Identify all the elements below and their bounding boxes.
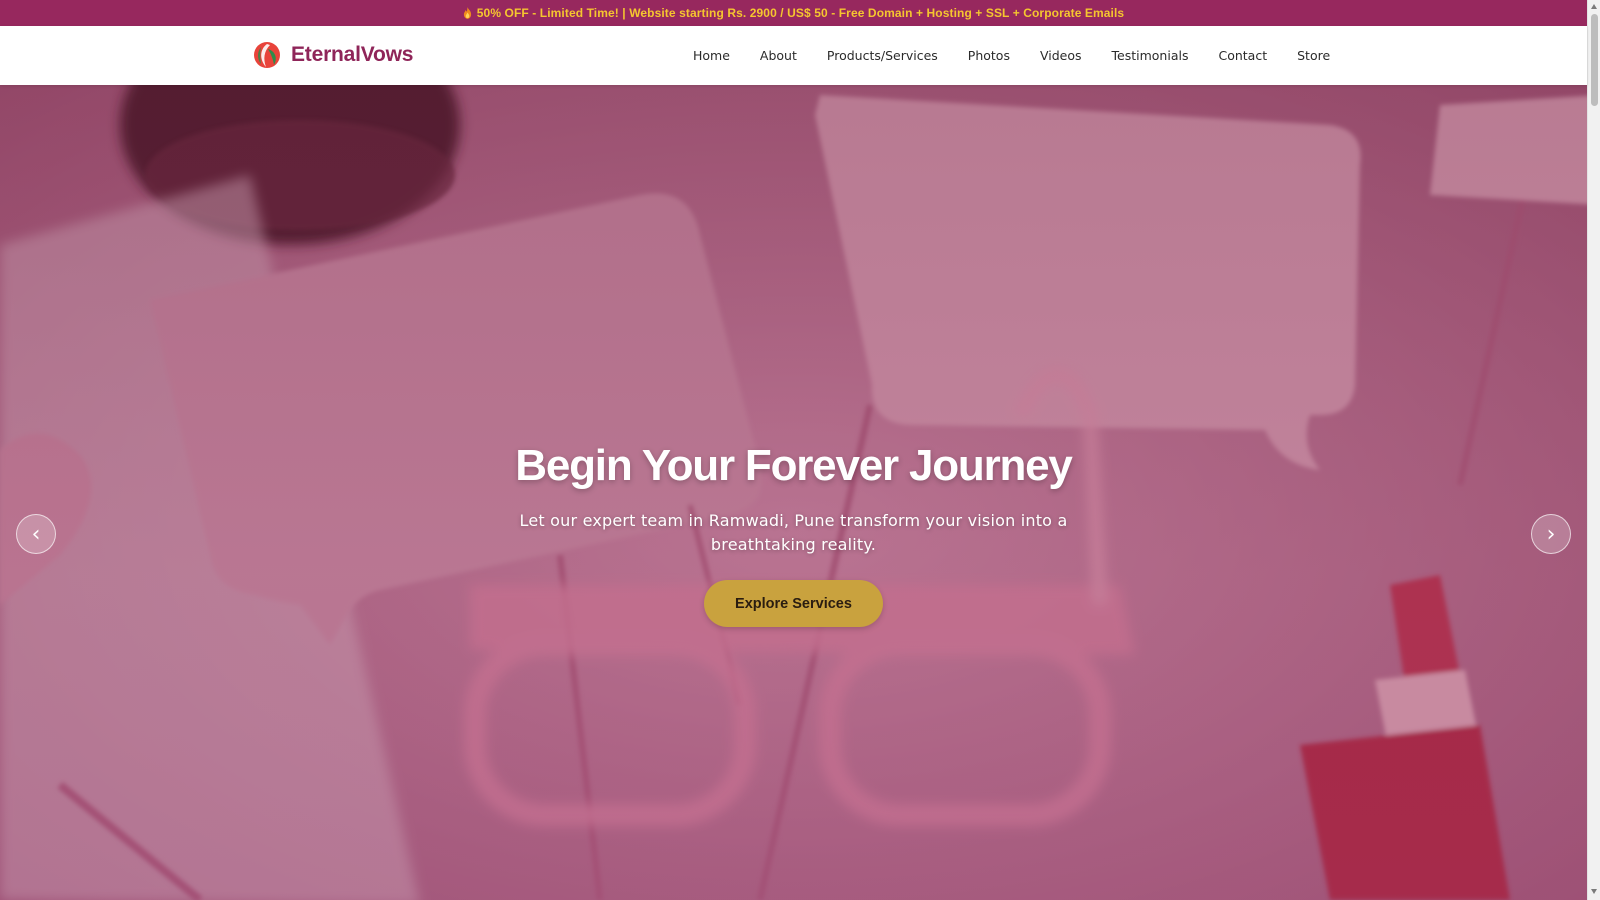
nav-about[interactable]: About [760, 48, 797, 63]
nav-testimonials[interactable]: Testimonials [1112, 48, 1189, 63]
promo-text: 50% OFF - Limited Time! | Website starti… [476, 6, 1125, 20]
nav-store[interactable]: Store [1297, 48, 1330, 63]
nav-videos[interactable]: Videos [1040, 48, 1082, 63]
nav-home[interactable]: Home [693, 48, 730, 63]
explore-services-button[interactable]: Explore Services [704, 580, 883, 627]
hero-slider: Begin Your Forever Journey Let our exper… [0, 85, 1587, 900]
chevron-right-icon: › [1546, 521, 1556, 547]
site-header: EternalVows Home About Products/Services… [0, 26, 1587, 85]
main-nav: Home About Products/Services Photos Vide… [693, 26, 1330, 85]
scroll-up-icon[interactable] [1591, 4, 1597, 9]
hero-content: Begin Your Forever Journey Let our exper… [0, 85, 1587, 900]
slider-next-button[interactable]: › [1531, 514, 1571, 554]
chevron-left-icon: ‹ [31, 521, 41, 547]
nav-photos[interactable]: Photos [968, 48, 1010, 63]
hero-title: Begin Your Forever Journey [515, 441, 1073, 490]
fire-icon [463, 7, 471, 19]
hero-subtitle: Let our expert team in Ramwadi, Pune tra… [519, 511, 1068, 554]
slider-prev-button[interactable]: ‹ [16, 514, 56, 554]
nav-products-services[interactable]: Products/Services [827, 48, 938, 63]
scroll-down-icon[interactable] [1591, 889, 1597, 894]
promo-banner: 50% OFF - Limited Time! | Website starti… [0, 0, 1587, 26]
scrollbar-thumb[interactable] [1591, 14, 1598, 106]
leaf-logo-icon [254, 42, 280, 68]
brand-name: EternalVows [291, 43, 414, 66]
brand-home-link[interactable]: EternalVows [253, 41, 413, 69]
nav-contact[interactable]: Contact [1218, 48, 1267, 63]
page-scrollbar[interactable] [1587, 0, 1600, 900]
